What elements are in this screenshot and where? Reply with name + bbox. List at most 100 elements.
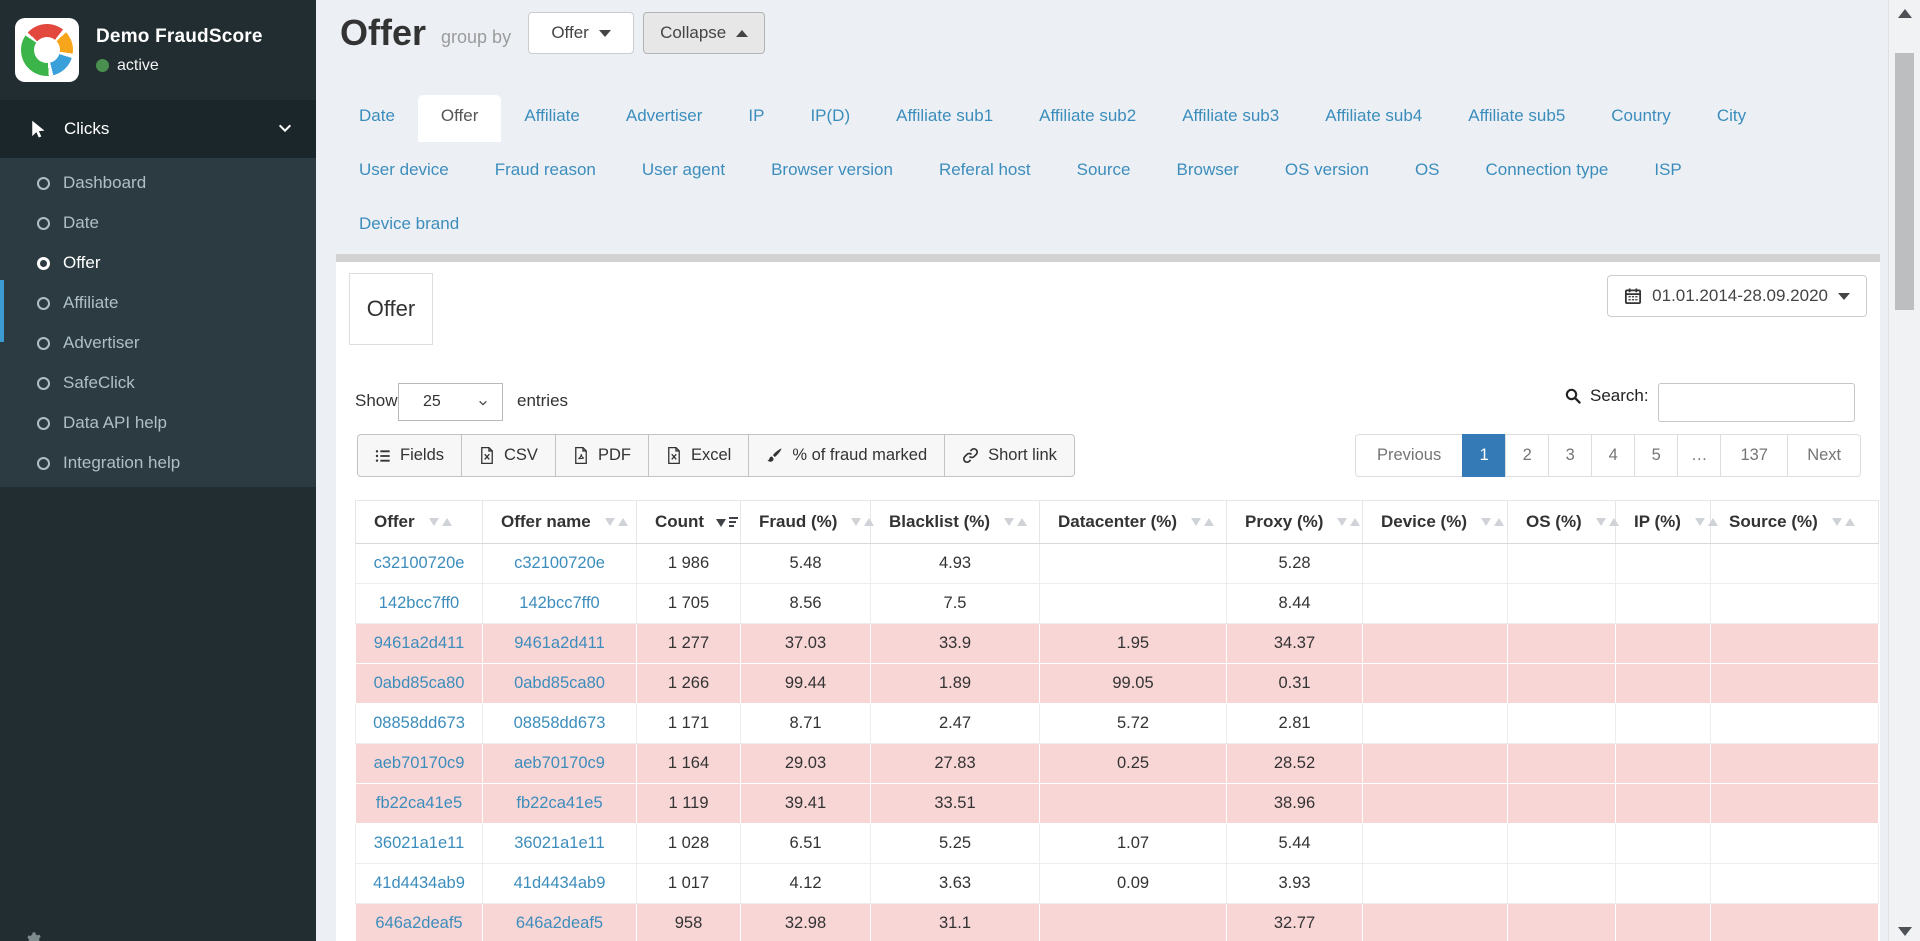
csv-button[interactable]: CSV bbox=[461, 434, 556, 477]
column-header-fraud[interactable]: Fraud (%) bbox=[741, 501, 871, 544]
pagination-ellipsis[interactable]: … bbox=[1677, 434, 1721, 477]
sidebar-item-data-api-help[interactable]: Data API help bbox=[0, 403, 316, 443]
tab-connection-type[interactable]: Connection type bbox=[1463, 149, 1632, 196]
offer-link[interactable]: 646a2deaf5 bbox=[516, 914, 603, 932]
tab-date[interactable]: Date bbox=[336, 95, 418, 142]
column-header-ip[interactable]: IP (%) bbox=[1616, 501, 1711, 544]
tab-referal-host[interactable]: Referal host bbox=[916, 149, 1054, 196]
pagination-page-5[interactable]: 5 bbox=[1634, 434, 1678, 477]
group-by-dropdown[interactable]: Offer bbox=[528, 12, 634, 54]
column-header-offer[interactable]: Offer bbox=[356, 501, 483, 544]
tab-ip-d[interactable]: IP(D) bbox=[787, 95, 873, 142]
date-range-picker[interactable]: 01.01.2014-28.09.2020 bbox=[1607, 275, 1867, 317]
sidebar-item-safeclick[interactable]: SafeClick bbox=[0, 363, 316, 403]
tab-offer[interactable]: Offer bbox=[418, 95, 501, 142]
cell-proxy: 5.28 bbox=[1227, 544, 1363, 584]
scroll-up-arrow-icon[interactable] bbox=[1898, 9, 1912, 18]
tab-affiliate[interactable]: Affiliate bbox=[501, 95, 602, 142]
short-link-button[interactable]: Short link bbox=[944, 434, 1075, 477]
offer-link[interactable]: 9461a2d411 bbox=[374, 634, 465, 652]
offer-link[interactable]: aeb70170c9 bbox=[374, 754, 465, 772]
pagination-page-137[interactable]: 137 bbox=[1720, 434, 1788, 477]
tab-isp[interactable]: ISP bbox=[1631, 149, 1704, 196]
cell-fraud: 99.44 bbox=[741, 664, 871, 704]
tab-advertiser[interactable]: Advertiser bbox=[603, 95, 726, 142]
tab-affiliate-sub1[interactable]: Affiliate sub1 bbox=[873, 95, 1016, 142]
collapse-button[interactable]: Collapse bbox=[643, 12, 765, 54]
tab-source[interactable]: Source bbox=[1054, 149, 1154, 196]
tab-device-brand[interactable]: Device brand bbox=[336, 203, 482, 250]
tab-affiliate-sub4[interactable]: Affiliate sub4 bbox=[1302, 95, 1445, 142]
search-input[interactable] bbox=[1658, 383, 1855, 422]
pagination-page-1[interactable]: 1 bbox=[1462, 434, 1506, 477]
fields-button[interactable]: Fields bbox=[357, 434, 462, 477]
vertical-scrollbar[interactable] bbox=[1888, 0, 1920, 941]
sidebar-item-date[interactable]: Date bbox=[0, 203, 316, 243]
sidebar-item-dashboard[interactable]: Dashboard bbox=[0, 163, 316, 203]
circle-o-icon bbox=[37, 177, 50, 190]
tab-affiliate-sub2[interactable]: Affiliate sub2 bbox=[1016, 95, 1159, 142]
cell-fraud: 29.03 bbox=[741, 744, 871, 784]
cell-offer-name: 142bcc7ff0 bbox=[483, 584, 637, 624]
offer-link[interactable]: aeb70170c9 bbox=[514, 754, 605, 772]
offer-link[interactable]: 646a2deaf5 bbox=[375, 914, 462, 932]
circle-o-icon bbox=[37, 457, 50, 470]
offer-link[interactable]: c32100720e bbox=[514, 554, 605, 572]
table-row-0abd85ca80: 0abd85ca800abd85ca801 26699.441.8999.050… bbox=[356, 664, 1879, 704]
pagination-previous[interactable]: Previous bbox=[1355, 434, 1463, 477]
offer-link[interactable]: 08858dd673 bbox=[373, 714, 465, 732]
tab-os[interactable]: OS bbox=[1392, 149, 1463, 196]
date-range-value: 01.01.2014-28.09.2020 bbox=[1652, 286, 1828, 306]
tab-os-version[interactable]: OS version bbox=[1262, 149, 1392, 196]
pagination-next[interactable]: Next bbox=[1787, 434, 1861, 477]
tab-user-device[interactable]: User device bbox=[336, 149, 472, 196]
offer-link[interactable]: 0abd85ca80 bbox=[514, 674, 605, 692]
offer-link[interactable]: 36021a1e11 bbox=[374, 834, 465, 852]
tab-country[interactable]: Country bbox=[1588, 95, 1694, 142]
offer-link[interactable]: c32100720e bbox=[374, 554, 465, 572]
tab-city[interactable]: City bbox=[1694, 95, 1769, 142]
offer-link[interactable]: fb22ca41e5 bbox=[516, 794, 602, 812]
scroll-down-arrow-icon[interactable] bbox=[1898, 927, 1912, 936]
column-header-count[interactable]: Count bbox=[637, 501, 741, 544]
sidebar-item-advertiser[interactable]: Advertiser bbox=[0, 323, 316, 363]
offer-link[interactable]: 142bcc7ff0 bbox=[379, 594, 459, 612]
offer-link[interactable]: fb22ca41e5 bbox=[376, 794, 462, 812]
cell-fraud: 8.56 bbox=[741, 584, 871, 624]
pagination-page-3[interactable]: 3 bbox=[1548, 434, 1592, 477]
sidebar-item-integration-help[interactable]: Integration help bbox=[0, 443, 316, 483]
of-fraud-marked-button[interactable]: % of fraud marked bbox=[748, 434, 945, 477]
pagination-page-2[interactable]: 2 bbox=[1505, 434, 1549, 477]
tab-user-agent[interactable]: User agent bbox=[619, 149, 748, 196]
column-header-device[interactable]: Device (%) bbox=[1363, 501, 1508, 544]
column-header-source[interactable]: Source (%) bbox=[1711, 501, 1879, 544]
excel-button[interactable]: Excel bbox=[648, 434, 749, 477]
tab-affiliate-sub5[interactable]: Affiliate sub5 bbox=[1445, 95, 1588, 142]
tab-affiliate-sub3[interactable]: Affiliate sub3 bbox=[1159, 95, 1302, 142]
page-length-select[interactable]: 25 bbox=[398, 383, 503, 421]
column-header-os[interactable]: OS (%) bbox=[1508, 501, 1616, 544]
scrollbar-thumb[interactable] bbox=[1895, 53, 1914, 310]
tab-browser[interactable]: Browser bbox=[1153, 149, 1261, 196]
pagination-page-4[interactable]: 4 bbox=[1591, 434, 1635, 477]
sidebar-item-affiliate[interactable]: Affiliate bbox=[0, 283, 316, 323]
tab-ip[interactable]: IP bbox=[725, 95, 787, 142]
offer-link[interactable]: 41d4434ab9 bbox=[373, 874, 465, 892]
sidebar-menu-clicks[interactable]: Clicks bbox=[0, 100, 316, 158]
sidebar-scroll-indicator[interactable] bbox=[0, 280, 4, 342]
offer-link[interactable]: 142bcc7ff0 bbox=[519, 594, 599, 612]
offer-link[interactable]: 0abd85ca80 bbox=[374, 674, 465, 692]
offer-link[interactable]: 36021a1e11 bbox=[514, 834, 605, 852]
offer-link[interactable]: 9461a2d411 bbox=[514, 634, 605, 652]
offer-link[interactable]: 41d4434ab9 bbox=[514, 874, 606, 892]
column-header-offer-name[interactable]: Offer name bbox=[483, 501, 637, 544]
column-header-proxy[interactable]: Proxy (%) bbox=[1227, 501, 1363, 544]
pdf-button[interactable]: PDF bbox=[555, 434, 649, 477]
tab-fraud-reason[interactable]: Fraud reason bbox=[472, 149, 619, 196]
brand-title: Demo FraudScore bbox=[96, 26, 263, 48]
offer-link[interactable]: 08858dd673 bbox=[514, 714, 606, 732]
column-header-blacklist[interactable]: Blacklist (%) bbox=[871, 501, 1040, 544]
tab-browser-version[interactable]: Browser version bbox=[748, 149, 916, 196]
sidebar-item-offer[interactable]: Offer bbox=[0, 243, 316, 283]
column-header-datacenter[interactable]: Datacenter (%) bbox=[1040, 501, 1227, 544]
